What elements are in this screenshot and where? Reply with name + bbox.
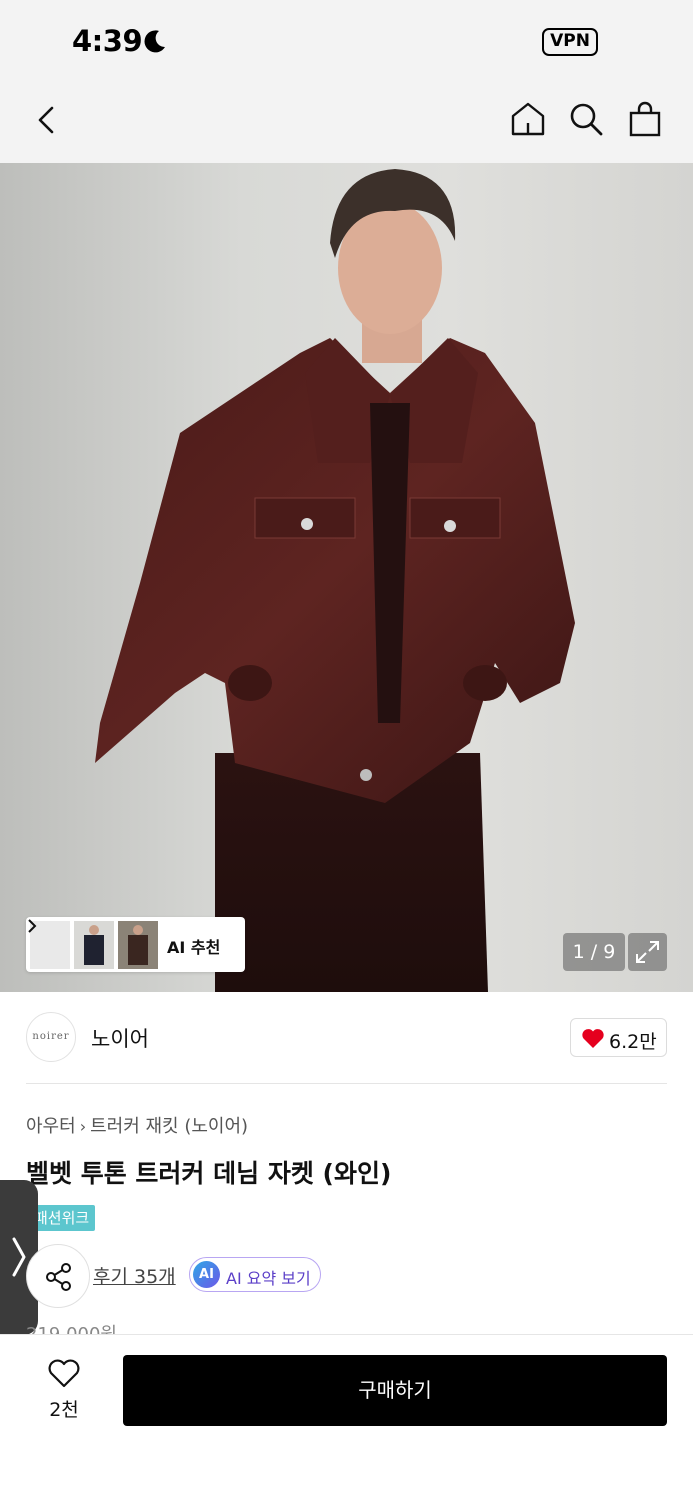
vpn-badge: VPN xyxy=(542,28,598,56)
thumbnail-2[interactable] xyxy=(74,921,114,969)
wishlist-count: 2천 xyxy=(49,1399,79,1421)
breadcrumb-chevron-icon: › xyxy=(79,1117,87,1136)
ai-summary-label: AI 요약 보기 xyxy=(226,1269,311,1288)
back-icon[interactable] xyxy=(30,100,64,140)
product-image[interactable]: AI 추천 1 / 9 xyxy=(0,163,693,992)
ai-icon: AI xyxy=(193,1261,220,1288)
fashion-week-badge: 패션위크 xyxy=(28,1205,96,1231)
reviews-link[interactable]: 후기 35개 xyxy=(93,1262,176,1289)
moon-icon xyxy=(144,30,165,53)
nav-bar xyxy=(0,82,693,163)
model-photo-illustration xyxy=(95,169,575,992)
ai-summary-button[interactable]: AI AI 요약 보기 xyxy=(189,1257,321,1292)
heart-outline-icon xyxy=(48,1359,80,1388)
shopping-bag-icon[interactable] xyxy=(625,99,665,139)
bottom-action-bar: 2천 구매하기 xyxy=(0,1334,693,1500)
breadcrumb-category[interactable]: 아우터 xyxy=(26,1116,76,1137)
brand-name[interactable]: 노이어 xyxy=(91,1023,149,1053)
brand-row: noirer 노이어 6.2만 xyxy=(0,1008,693,1068)
ai-recommend-button[interactable]: AI 추천 xyxy=(26,917,245,972)
expand-icon xyxy=(636,941,659,963)
brand-like-count: 6.2만 xyxy=(609,1031,657,1053)
status-bar: 4:39 VPN xyxy=(0,0,693,82)
thumbnail-3[interactable] xyxy=(118,921,158,969)
expand-image-button[interactable] xyxy=(628,933,667,971)
search-icon[interactable] xyxy=(566,99,606,139)
breadcrumb-subcategory[interactable]: 트러커 재킷 (노이어) xyxy=(90,1116,248,1137)
brand-like-button[interactable]: 6.2만 xyxy=(570,1018,667,1057)
buy-button[interactable]: 구매하기 xyxy=(123,1355,667,1426)
image-page-counter: 1 / 9 xyxy=(563,933,625,971)
product-title: 벨벳 투톤 트러커 데님 자켓 (와인) xyxy=(26,1159,392,1188)
ai-recommend-label: AI 추천 xyxy=(167,938,221,957)
chevron-right-icon xyxy=(28,919,37,933)
status-time: 4:39 xyxy=(72,24,143,58)
divider xyxy=(26,1083,667,1084)
breadcrumb: 아우터 › 트러커 재킷 (노이어) xyxy=(26,1112,248,1138)
share-button[interactable] xyxy=(26,1244,90,1308)
brand-logo[interactable]: noirer xyxy=(26,1012,76,1062)
wishlist-button[interactable]: 2천 xyxy=(30,1349,98,1421)
share-icon xyxy=(46,1263,71,1291)
heart-filled-icon xyxy=(582,1029,604,1048)
home-icon[interactable] xyxy=(508,99,548,139)
